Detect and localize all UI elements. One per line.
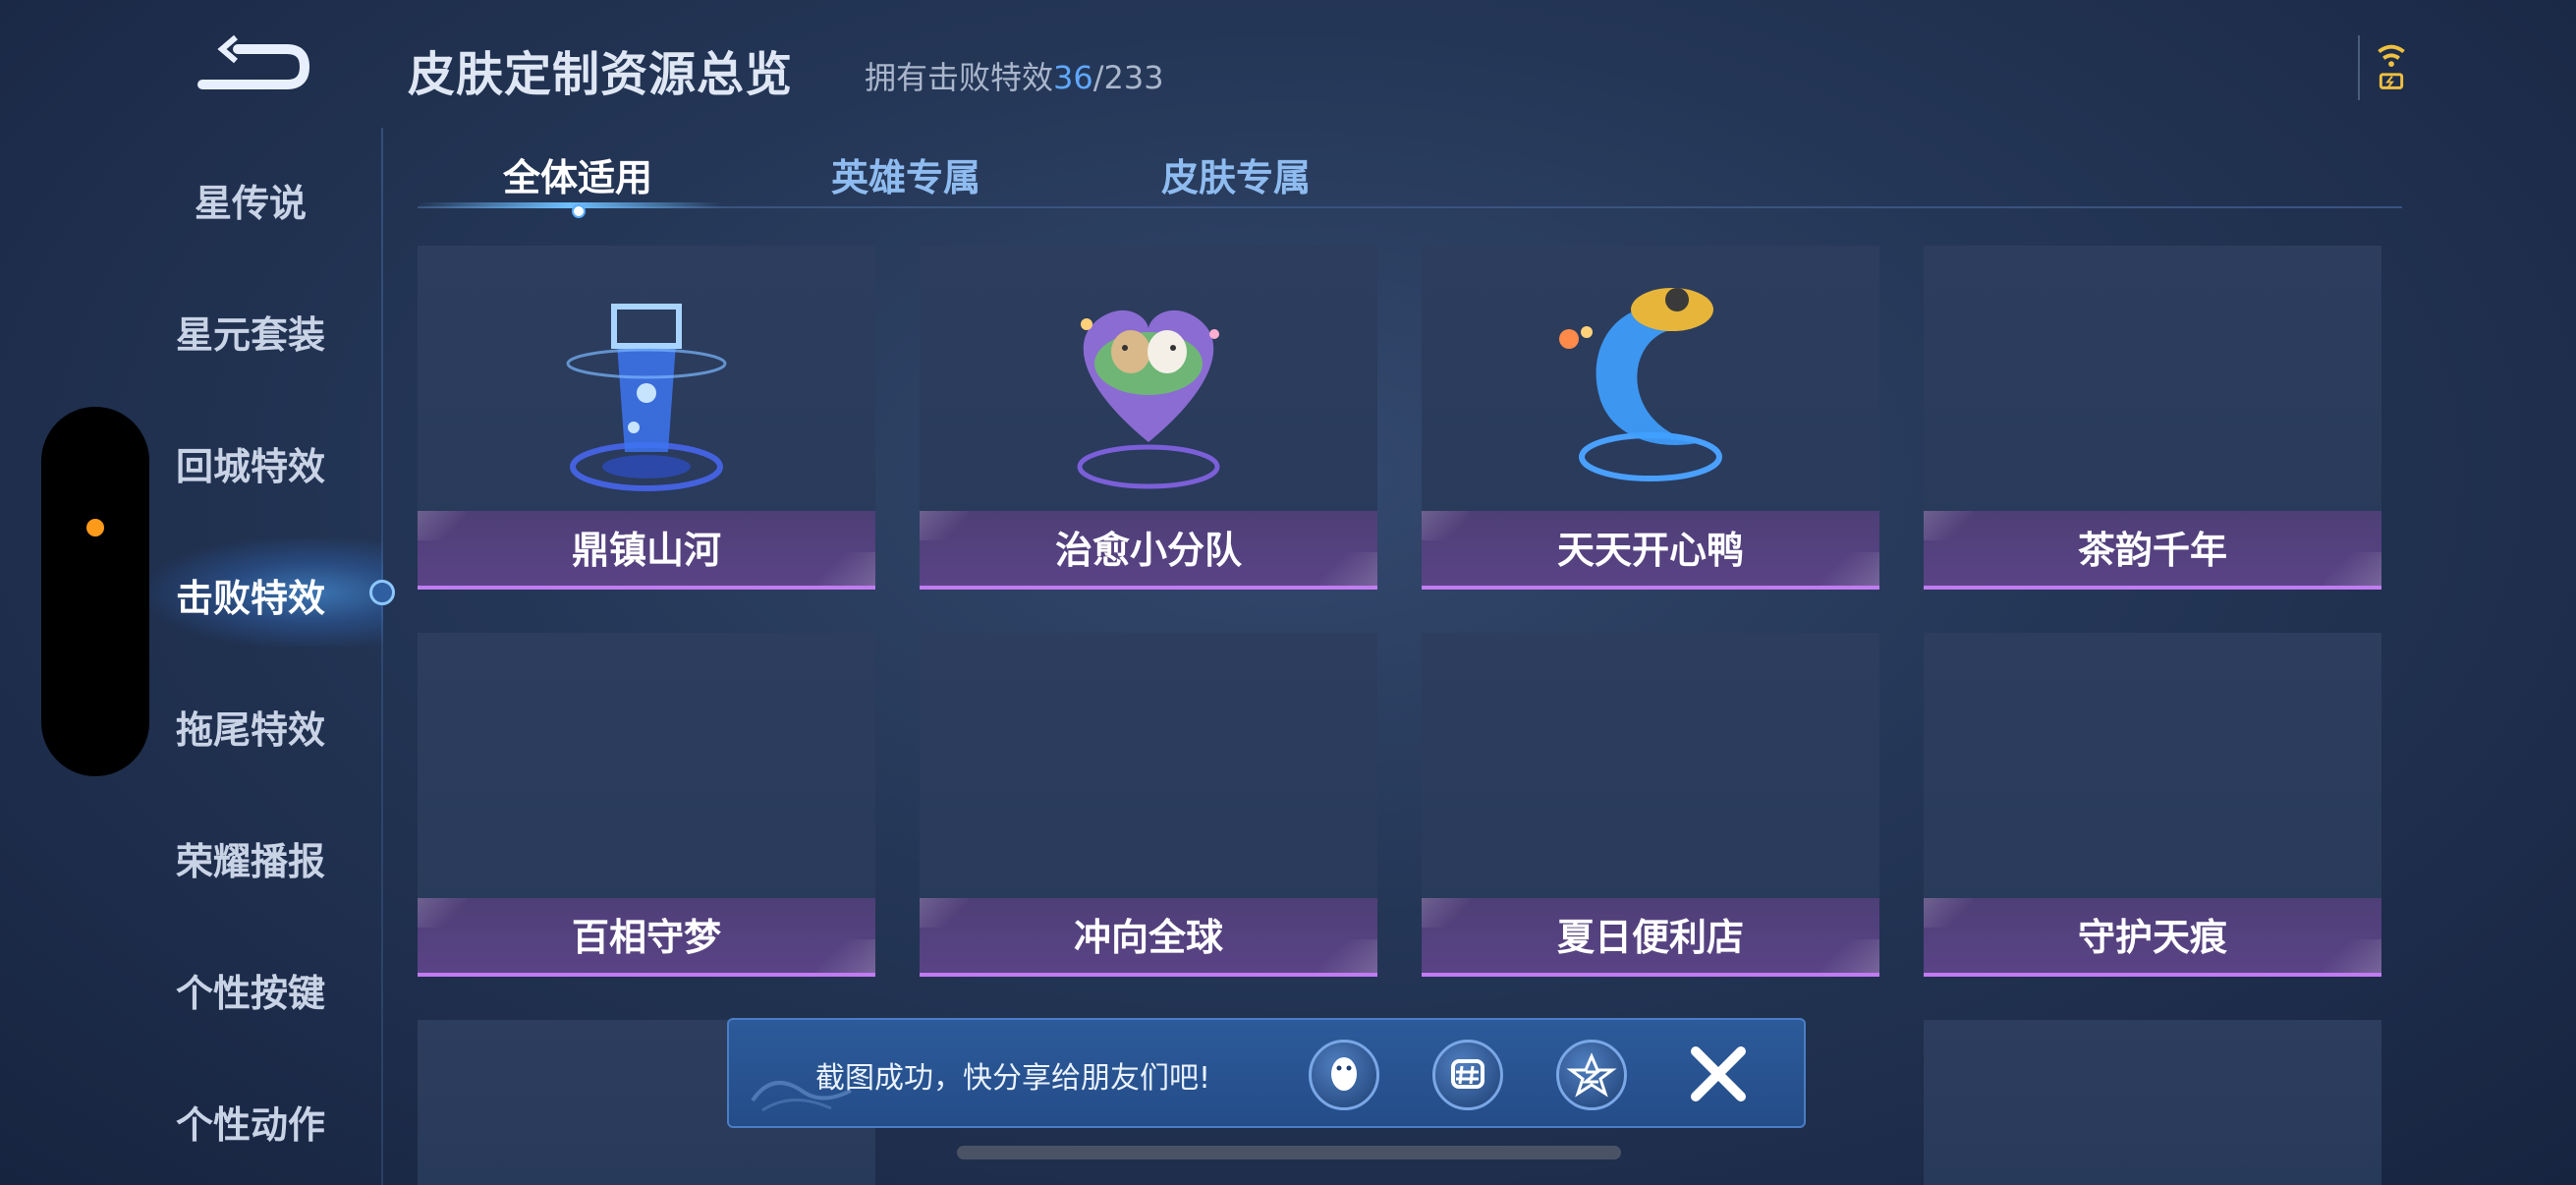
floating-assistant-bar[interactable] (41, 407, 149, 776)
card-title: 守护天痕 (2077, 916, 2227, 959)
tab-skin-exclusive[interactable]: 皮肤专属 (1161, 147, 1311, 201)
close-icon[interactable] (1686, 1042, 1751, 1106)
nav-item-star-legend[interactable]: 星传说 (147, 173, 354, 227)
card-title: 鼎镇山河 (571, 529, 721, 572)
qq-share-icon[interactable] (1309, 1040, 1379, 1110)
nav-item-trail-effect[interactable]: 拖尾特效 (147, 700, 354, 754)
toast-message: 截图成功，快分享给朋友们吧! (815, 1061, 1211, 1096)
card-title: 天天开心鸭 (1556, 529, 1744, 572)
nav-item-star-suit[interactable]: 星元套装 (147, 305, 354, 359)
effect-card[interactable] (1924, 1020, 2381, 1185)
effect-card[interactable]: 百相守梦 (418, 633, 875, 977)
page-title: 皮肤定制资源总览 (408, 47, 794, 102)
back-arrow-icon[interactable] (193, 29, 310, 94)
card-title: 冲向全球 (1073, 916, 1223, 959)
card-title: 夏日便利店 (1556, 916, 1744, 959)
nav-item-recall-effect[interactable]: 回城特效 (147, 436, 354, 490)
effect-card[interactable]: 鼎镇山河 (418, 246, 875, 590)
happy-duck-icon (1559, 288, 1722, 481)
nav-item-custom-actions[interactable]: 个性动作 (147, 1095, 354, 1149)
tab-active-dot (572, 204, 586, 218)
effect-card[interactable]: 茶韵千年 (1924, 246, 2381, 590)
home-indicator[interactable] (957, 1146, 1621, 1159)
nav-divider (381, 128, 383, 1185)
effect-card[interactable]: 治愈小分队 (920, 246, 1377, 590)
cauldron-tower-icon (566, 304, 727, 491)
effect-card[interactable]: 夏日便利店 (1422, 633, 1879, 977)
notification-dot (86, 519, 104, 536)
owned-count-text: 拥有击败特效36/233 (865, 53, 1164, 98)
nav-item-glory-broadcast[interactable]: 荣耀播报 (147, 831, 354, 885)
nav-item-defeat-effect[interactable]: 击败特效 (147, 568, 354, 622)
nav-active-indicator (369, 580, 395, 605)
owned-prefix: 拥有击败特效 (865, 59, 1054, 96)
tab-general[interactable]: 全体适用 (503, 147, 652, 201)
nav-item-custom-buttons[interactable]: 个性按键 (147, 963, 354, 1017)
owned-total: /233 (1092, 59, 1164, 96)
qzone-share-icon[interactable] (1556, 1040, 1627, 1110)
tab-active-underline (418, 202, 722, 208)
card-title: 百相守梦 (571, 916, 721, 959)
effect-card[interactable]: 天天开心鸭 (1422, 246, 1879, 590)
owned-count: 36 (1053, 59, 1093, 96)
card-title: 治愈小分队 (1054, 529, 1242, 572)
healing-squad-icon (1077, 310, 1220, 489)
wifi-battery-status-icon (2358, 35, 2405, 100)
tab-hero-exclusive[interactable]: 英雄专属 (831, 147, 980, 201)
wechat-moments-share-icon[interactable] (1432, 1040, 1503, 1110)
effect-card[interactable]: 冲向全球 (920, 633, 1377, 977)
effect-card[interactable]: 守护天痕 (1924, 633, 2381, 977)
card-title: 茶韵千年 (2077, 529, 2227, 572)
